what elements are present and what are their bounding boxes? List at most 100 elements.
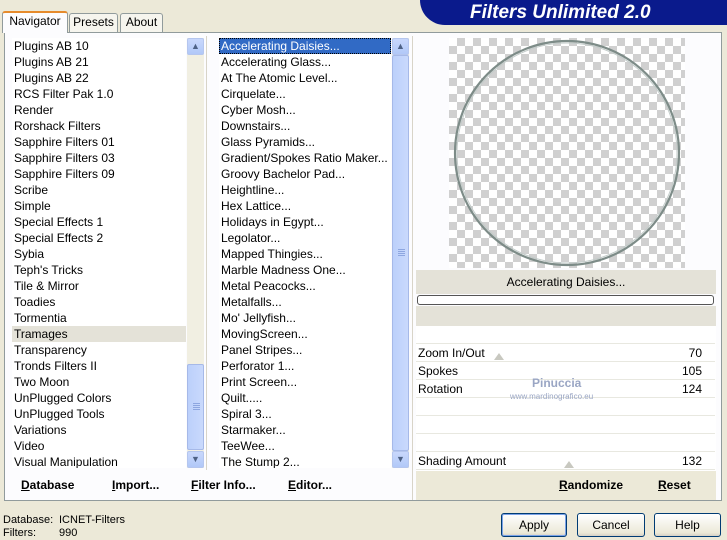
filter-item[interactable]: Hex Lattice... [219,198,391,214]
filter-item[interactable]: Groovy Bachelor Pad... [219,166,391,182]
tab-about[interactable]: About [120,13,163,32]
ring-preview [453,39,681,267]
tab-presets[interactable]: Presets [69,13,118,32]
category-item[interactable]: Tramages [12,326,186,342]
preview-image [449,38,685,268]
category-item[interactable]: Plugins AB 10 [12,38,186,54]
database-button[interactable]: Database [21,478,74,494]
filter-item[interactable]: Print Screen... [219,374,391,390]
filter-item[interactable]: Marble Madness One... [219,262,391,278]
rotation-label: Rotation [418,382,463,396]
filter-item[interactable]: Mapped Thingies... [219,246,391,262]
tab-navigator[interactable]: Navigator [2,11,68,33]
filter-item[interactable]: Legolator... [219,230,391,246]
category-item[interactable]: Visual Manipulation [12,454,186,468]
filter-item[interactable]: MovingScreen... [219,326,391,342]
editor-button[interactable]: Editor... [288,478,332,494]
category-item[interactable]: Sybia [12,246,186,262]
filter-item[interactable]: Metal Peacocks... [219,278,391,294]
preview-spacer [416,306,716,326]
filters-status-label: Filters: [3,527,36,539]
scroll-thumb[interactable] [187,364,204,450]
watermark-site: www.mardinografico.eu [510,392,594,401]
scroll-thumb[interactable] [392,55,409,451]
shading-label: Shading Amount [418,454,507,468]
category-item[interactable]: Plugins AB 22 [12,70,186,86]
category-item[interactable]: Toadies [12,294,186,310]
reset-button[interactable]: Reset [658,478,691,494]
category-item[interactable]: Tile & Mirror [12,278,186,294]
filter-scrollbar[interactable]: ▲ ▼ [392,38,409,468]
filter-item[interactable]: Glass Pyramids... [219,134,391,150]
scroll-down-icon[interactable]: ▼ [187,451,204,468]
randomize-button[interactable]: Randomize [559,478,623,494]
category-item[interactable]: Sapphire Filters 09 [12,166,186,182]
category-item[interactable]: Special Effects 1 [12,214,186,230]
category-item[interactable]: Tronds Filters II [12,358,186,374]
filter-item[interactable]: Perforator 1... [219,358,391,374]
scroll-down-icon[interactable]: ▼ [392,451,409,468]
filter-item[interactable]: Gradient/Spokes Ratio Maker... [219,150,391,166]
category-item[interactable]: Render [12,102,186,118]
category-item[interactable]: Sapphire Filters 01 [12,134,186,150]
category-scrollbar[interactable]: ▲ ▼ [187,38,204,468]
category-item[interactable]: UnPlugged Colors [12,390,186,406]
preview-filter-name: Accelerating Daisies... [506,275,626,289]
filter-item[interactable]: Cirquelate... [219,86,391,102]
category-item[interactable]: UnPlugged Tools [12,406,186,422]
shading-slider[interactable]: Shading Amount 132 [416,452,716,470]
category-item[interactable]: RCS Filter Pak 1.0 [12,86,186,102]
scroll-up-icon[interactable]: ▲ [392,38,409,55]
filter-item[interactable]: At The Atomic Level... [219,70,391,86]
filters-status-value: 990 [59,527,78,539]
help-button[interactable]: Help [654,513,721,537]
category-item[interactable]: Simple [12,198,186,214]
filter-item[interactable]: Cyber Mosh... [219,102,391,118]
filter-item[interactable]: Starmaker... [219,422,391,438]
category-item[interactable]: Variations [12,422,186,438]
filter-item[interactable]: Accelerating Daisies... [219,38,391,54]
category-item[interactable]: Tormentia [12,310,186,326]
zoom-value: 70 [688,346,702,360]
category-item[interactable]: Video [12,438,186,454]
apply-button[interactable]: Apply [501,513,567,537]
filter-item[interactable]: Quilt..... [219,390,391,406]
filter-item[interactable]: Metalfalls... [219,294,391,310]
cancel-button[interactable]: Cancel [577,513,645,537]
category-item[interactable]: Transparency [12,342,186,358]
filter-item[interactable]: Heightline... [219,182,391,198]
import-button[interactable]: Import... [112,478,159,494]
category-item[interactable]: Rorshack Filters [12,118,186,134]
filter-list[interactable]: Accelerating Daisies... Accelerating Glas… [219,38,391,468]
slider-marker-icon [564,461,574,468]
filter-item[interactable]: Mo' Jellyfish... [219,310,391,326]
database-status-label: Database: [3,514,54,526]
scroll-up-icon[interactable]: ▲ [187,38,204,55]
spokes-label: Spokes [418,364,459,378]
filter-item[interactable]: Downstairs... [219,118,391,134]
category-item[interactable]: Two Moon [12,374,186,390]
database-status-value: ICNET-Filters [59,514,125,526]
spokes-value: 105 [681,364,702,378]
category-item[interactable]: Teph's Tricks [12,262,186,278]
filter-item[interactable]: Accelerating Glass... [219,54,391,70]
filter-item[interactable]: Spiral 3... [219,406,391,422]
filter-item[interactable]: Holidays in Egypt... [219,214,391,230]
app-title: Filters Unlimited 2.0 [470,2,651,23]
zoom-label: Zoom In/Out [418,346,485,360]
zoom-slider[interactable]: Zoom In/Out 70 [416,344,716,362]
category-list[interactable]: Plugins AB 10 Plugins AB 21 Plugins AB 22 R… [12,38,186,468]
divider [206,36,207,470]
progress-bar [417,295,714,305]
filter-item[interactable]: TeeWee... [219,438,391,454]
category-item[interactable]: Sapphire Filters 03 [12,150,186,166]
category-item[interactable]: Scribe [12,182,186,198]
divider [412,36,413,500]
watermark-name: Pinuccia [532,376,582,390]
filter-info-button[interactable]: Filter Info... [191,478,256,494]
category-item[interactable]: Special Effects 2 [12,230,186,246]
filter-item[interactable]: The Stump 2... [219,454,391,468]
rotation-value: 124 [681,382,702,396]
category-item[interactable]: Plugins AB 21 [12,54,186,70]
filter-item[interactable]: Panel Stripes... [219,342,391,358]
